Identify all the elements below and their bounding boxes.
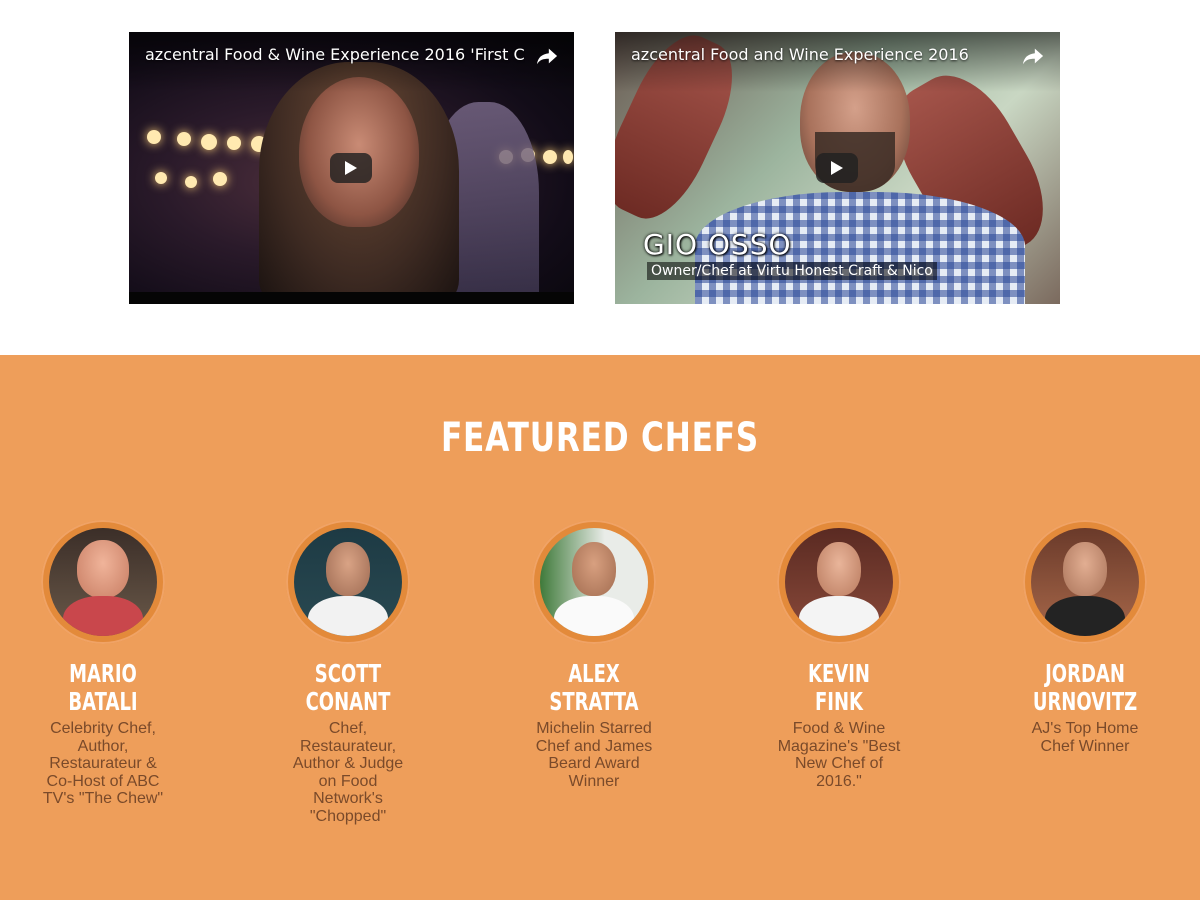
video-title[interactable]: azcentral Food and Wine Experience 2016: [631, 45, 969, 64]
chef-name: ALEX STRATTA: [549, 659, 639, 716]
chef-description: Michelin Starred Chef and James Beard Aw…: [535, 720, 653, 790]
chef-photo: [49, 528, 157, 636]
play-icon: [345, 161, 357, 175]
chef-description: AJ's Top Home Chef Winner: [1031, 720, 1139, 755]
chef-name: SCOTT CONANT: [305, 659, 391, 716]
chef-name: JORDAN URNOVITZ: [1032, 659, 1138, 716]
chef-description: Food & Wine Magazine's "Best New Chef of…: [777, 720, 901, 790]
video-embed-first-course[interactable]: azcentral Food & Wine Experience 2016 'F…: [129, 32, 574, 304]
chef-card-mario-batali[interactable]: MARIO BATALI Celebrity Chef, Author, Res…: [28, 520, 178, 808]
chef-photo: [294, 528, 402, 636]
video-section: azcentral Food & Wine Experience 2016 'F…: [0, 0, 1200, 355]
play-button[interactable]: [816, 153, 858, 183]
share-arrow-icon[interactable]: [536, 46, 558, 66]
video-caption-role: Owner/Chef at Virtu Honest Craft & Nico: [647, 262, 937, 280]
avatar-ring: [532, 520, 656, 644]
chef-card-scott-conant[interactable]: SCOTT CONANT Chef, Restaurateur, Author …: [273, 520, 423, 825]
chef-photo: [1031, 528, 1139, 636]
chef-name: KEVIN FINK: [808, 659, 870, 716]
section-title: FEATURED CHEFS: [440, 415, 760, 461]
play-icon: [831, 161, 843, 175]
chef-photo: [785, 528, 893, 636]
avatar-ring: [777, 520, 901, 644]
video-title[interactable]: azcentral Food & Wine Experience 2016 'F…: [145, 45, 525, 64]
chef-description: Chef, Restaurateur, Author & Judge on Fo…: [292, 720, 404, 825]
chef-card-jordan-urnovitz[interactable]: JORDAN URNOVITZ AJ's Top Home Chef Winne…: [1010, 520, 1160, 755]
chef-name: MARIO BATALI: [68, 659, 138, 716]
avatar-ring: [1023, 520, 1147, 644]
avatar-ring: [41, 520, 165, 644]
featured-chefs-section: FEATURED CHEFS MARIO BATALI Celebrity Ch…: [0, 355, 1200, 900]
chef-card-kevin-fink[interactable]: KEVIN FINK Food & Wine Magazine's "Best …: [764, 520, 914, 790]
video-embed-food-wine-2016[interactable]: azcentral Food and Wine Experience 2016 …: [615, 32, 1060, 304]
chef-photo: [540, 528, 648, 636]
video-caption-name: GIO OSSO: [643, 228, 792, 261]
chef-card-alex-stratta[interactable]: ALEX STRATTA Michelin Starred Chef and J…: [519, 520, 669, 790]
avatar-ring: [286, 520, 410, 644]
chef-description: Celebrity Chef, Author, Restaurateur & C…: [42, 720, 164, 807]
play-button[interactable]: [330, 153, 372, 183]
share-arrow-icon[interactable]: [1022, 46, 1044, 66]
